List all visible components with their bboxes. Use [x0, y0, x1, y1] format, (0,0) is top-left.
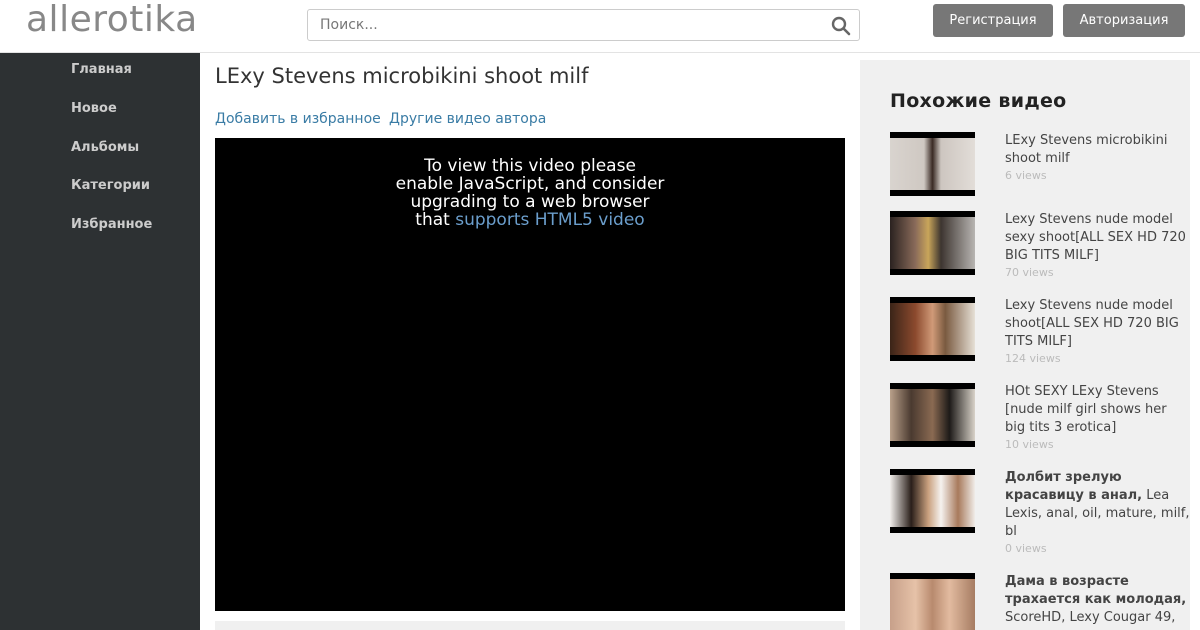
- sidebar: Главная Новое Альбомы Категории Избранно…: [0, 53, 200, 630]
- view-count: 6 views: [1005, 169, 1047, 182]
- view-count: 0 views: [1005, 542, 1047, 555]
- related-title[interactable]: LExy Stevens microbikini shoot milf: [1005, 132, 1190, 168]
- other-videos-link[interactable]: Другие видео автора: [389, 111, 546, 127]
- add-favorite-link[interactable]: Добавить в избранное: [215, 111, 381, 127]
- related-panel: Похожие видео LExy Stevens microbikini s…: [860, 60, 1190, 630]
- player-message: To view this video please enable JavaScr…: [215, 157, 845, 229]
- register-button[interactable]: Регистрация: [933, 4, 1053, 37]
- video-thumbnail[interactable]: [890, 211, 975, 275]
- search-icon[interactable]: [831, 16, 851, 36]
- video-thumbnail[interactable]: [890, 573, 975, 630]
- page-title: LExy Stevens microbikini shoot milf: [215, 64, 589, 88]
- related-title[interactable]: Lexy Stevens nude model sexy shoot[ALL S…: [1005, 211, 1190, 265]
- video-thumbnail[interactable]: [890, 297, 975, 361]
- video-thumbnail[interactable]: [890, 132, 975, 196]
- sidebar-item-favorites[interactable]: Избранное: [71, 217, 152, 232]
- login-button[interactable]: Авторизация: [1063, 4, 1185, 37]
- site-logo[interactable]: allerotika: [26, 0, 198, 40]
- video-thumbnail[interactable]: [890, 383, 975, 447]
- view-count: 124 views: [1005, 352, 1061, 365]
- video-player[interactable]: To view this video please enable JavaScr…: [215, 138, 845, 611]
- related-title[interactable]: Дама в возрасте трахается как молодая, S…: [1005, 573, 1190, 627]
- view-count: 70 views: [1005, 266, 1054, 279]
- sidebar-item-albums[interactable]: Альбомы: [71, 140, 139, 155]
- related-title[interactable]: Lexy Stevens nude model shoot[ALL SEX HD…: [1005, 297, 1190, 351]
- below-player-bar: [215, 621, 845, 630]
- sidebar-item-categories[interactable]: Категории: [71, 178, 150, 193]
- view-count: 10 views: [1005, 438, 1054, 451]
- top-bar: allerotika Регистрация Авторизация: [0, 0, 1200, 53]
- video-thumbnail[interactable]: [890, 469, 975, 533]
- related-heading: Похожие видео: [890, 90, 1067, 112]
- search-input[interactable]: [308, 10, 828, 40]
- related-title[interactable]: Долбит зрелую красавицу в анал, Lea Lexi…: [1005, 469, 1190, 541]
- sidebar-item-new[interactable]: Новое: [71, 101, 117, 116]
- search-box[interactable]: [307, 9, 860, 41]
- sidebar-item-home[interactable]: Главная: [71, 62, 132, 77]
- html5-support-link[interactable]: supports HTML5 video: [455, 210, 645, 230]
- related-title[interactable]: HOt SEXY LExy Stevens [nude milf girl sh…: [1005, 383, 1190, 437]
